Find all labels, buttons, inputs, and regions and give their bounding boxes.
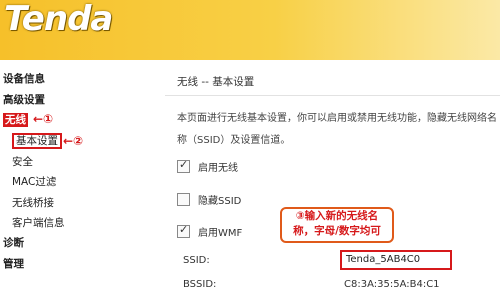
step-3-callout-line-2: 称，字母/数字均可 — [293, 225, 381, 237]
sidebar-item-mac-filter[interactable]: MAC过滤 — [12, 175, 56, 189]
enable-wmf-label: 启用WMF — [198, 228, 243, 239]
sidebar-item-management[interactable]: 管理 — [3, 257, 24, 271]
enable-wireless-row: 启用无线 — [177, 158, 238, 174]
sidebar: 设备信息 高级设置 无线 基本设置 安全 MAC过滤 无线桥接 客户端信息 诊断… — [0, 60, 155, 306]
sidebar-item-security[interactable]: 安全 — [12, 155, 33, 169]
step-3-callout-line-1: ③输入新的无线名 — [295, 210, 379, 222]
tenda-logo: Tenda — [4, 0, 113, 39]
page-description: 本页面进行无线基本设置，你可以启用或禁用无线功能，隐藏无线网络名称（SSID）及… — [177, 113, 497, 146]
bssid-label: BSSID: — [183, 279, 217, 290]
header-banner: Tenda — [0, 0, 500, 60]
enable-wireless-label: 启用无线 — [198, 163, 238, 174]
sidebar-item-wireless-label: 无线 — [3, 113, 28, 127]
enable-wmf-checkbox[interactable] — [177, 223, 190, 238]
sidebar-item-basic-settings[interactable]: 基本设置 — [12, 133, 62, 149]
sidebar-item-advanced[interactable]: 高级设置 — [3, 93, 45, 107]
page-title: 无线 -- 基本设置 — [177, 76, 255, 88]
enable-wireless-checkbox[interactable] — [177, 158, 190, 173]
hide-ssid-row: 隐藏SSID — [177, 192, 241, 207]
ssid-label: SSID: — [183, 255, 210, 266]
bssid-value: C8:3A:35:5A:B4:C1 — [344, 279, 440, 290]
step-2-annotation: ←② — [63, 134, 84, 148]
sidebar-item-wireless[interactable]: 无线 — [3, 113, 28, 127]
main-panel: 无线 -- 基本设置 本页面进行无线基本设置，你可以启用或禁用无线功能，隐藏无线… — [157, 60, 500, 306]
sidebar-item-client-info[interactable]: 客户端信息 — [12, 216, 65, 230]
hide-ssid-label: 隐藏SSID — [198, 196, 242, 207]
hide-ssid-checkbox[interactable] — [177, 193, 190, 206]
sidebar-item-wireless-bridge[interactable]: 无线桥接 — [12, 196, 54, 210]
step-1-annotation: ←① — [33, 112, 54, 126]
sidebar-item-diagnostics[interactable]: 诊断 — [3, 236, 24, 250]
ssid-input[interactable]: Tenda_5AB4C0 — [340, 250, 452, 270]
title-divider — [165, 95, 500, 96]
sidebar-item-device-info[interactable]: 设备信息 — [3, 72, 45, 86]
sidebar-item-basic-settings-label: 基本设置 — [12, 133, 62, 149]
step-3-callout: ③输入新的无线名 称，字母/数字均可 — [280, 207, 394, 243]
enable-wmf-row: 启用WMF — [177, 223, 243, 239]
